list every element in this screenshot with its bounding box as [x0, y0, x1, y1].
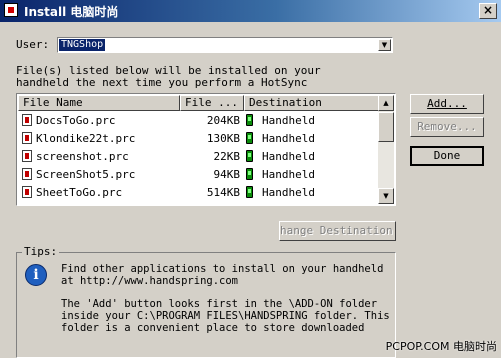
list-item[interactable]: screenshot.prc 22KB Handheld	[18, 148, 380, 166]
list-item[interactable]: ScreenShot5.prc 94KB Handheld	[18, 166, 380, 184]
file-icon	[22, 168, 32, 180]
scroll-up-icon[interactable]: ▲	[378, 95, 394, 111]
add-button[interactable]: Add...	[410, 94, 484, 114]
file-icon	[22, 132, 32, 144]
tip-line: Find other applications to install on yo…	[61, 263, 384, 275]
done-button[interactable]: Done	[410, 146, 484, 166]
handheld-icon	[246, 168, 253, 180]
handheld-icon	[246, 132, 253, 144]
column-header-file-name[interactable]: File Name	[18, 95, 180, 111]
file-name: screenshot.prc	[36, 150, 129, 163]
tip-line: at http://www.handspring.com	[61, 275, 239, 287]
tip-line: folder is a convenient place to store do…	[61, 322, 365, 334]
file-name: Klondike22t.prc	[36, 132, 136, 145]
file-size: 204KB	[206, 114, 240, 127]
column-header-destination[interactable]: Destination	[244, 95, 380, 111]
app-icon	[4, 3, 18, 17]
done-button-label: Done	[433, 149, 461, 162]
file-icon	[22, 114, 32, 126]
tips-label: Tips:	[22, 245, 60, 258]
user-label: User:	[16, 38, 50, 51]
file-destination: Handheld	[262, 114, 315, 127]
column-header-file-size[interactable]: File ...	[180, 95, 244, 111]
tip-line: inside your C:\PROGRAM FILES\HANDSPRING …	[61, 310, 390, 322]
file-size: 22KB	[213, 150, 241, 163]
scroll-thumb[interactable]	[378, 112, 394, 142]
list-rows: DocsToGo.prc 204KB Handheld Klondike22t.…	[18, 112, 380, 202]
window-title: Install 电脑时尚	[24, 5, 119, 19]
scroll-down-icon[interactable]: ▼	[378, 188, 394, 204]
file-destination: Handheld	[262, 132, 315, 145]
file-size: 94KB	[213, 168, 241, 181]
file-size: 130KB	[206, 132, 240, 145]
file-name: SheetToGo.prc	[36, 186, 123, 199]
remove-button-label: Remove...	[417, 120, 477, 133]
file-icon	[22, 150, 32, 162]
title-bar[interactable]: Install 电脑时尚 ×	[0, 0, 501, 22]
file-list[interactable]: File Name File ... Destination DocsToGo.…	[16, 93, 396, 206]
file-icon	[22, 186, 32, 198]
handheld-icon	[246, 186, 253, 198]
user-dropdown-value: TNGShop	[59, 39, 106, 51]
list-item[interactable]: Klondike22t.prc 130KB Handheld	[18, 130, 380, 148]
add-button-label: Add...	[427, 97, 467, 110]
watermark: PCPOP.COM 电脑时尚	[385, 340, 497, 353]
file-destination: Handheld	[262, 168, 315, 181]
remove-button[interactable]: Remove...	[410, 117, 484, 137]
list-scrollbar[interactable]: ▲ ▼	[378, 95, 394, 204]
list-item[interactable]: SheetToGo.prc 514KB Handheld	[18, 184, 380, 202]
file-size: 514KB	[206, 186, 240, 199]
file-destination: Handheld	[262, 186, 315, 199]
user-dropdown[interactable]: TNGShop ▼	[57, 37, 393, 53]
file-name: ScreenShot5.prc	[36, 168, 136, 181]
handheld-icon	[246, 114, 253, 126]
list-header: File Name File ... Destination	[18, 95, 380, 111]
handheld-icon	[246, 150, 253, 162]
change-destination-button[interactable]: hange Destination...	[279, 221, 396, 241]
intro-text-line-2: handheld the next time you perform a Hot…	[16, 76, 308, 89]
file-destination: Handheld	[262, 150, 315, 163]
list-item[interactable]: DocsToGo.prc 204KB Handheld	[18, 112, 380, 130]
tip-line: The 'Add' button looks first in the \ADD…	[61, 298, 378, 310]
file-name: DocsToGo.prc	[36, 114, 116, 127]
change-destination-button-label: hange Destination...	[280, 224, 395, 237]
chevron-down-icon[interactable]: ▼	[378, 39, 391, 51]
close-button[interactable]: ×	[479, 3, 497, 19]
info-icon: i	[25, 264, 47, 286]
